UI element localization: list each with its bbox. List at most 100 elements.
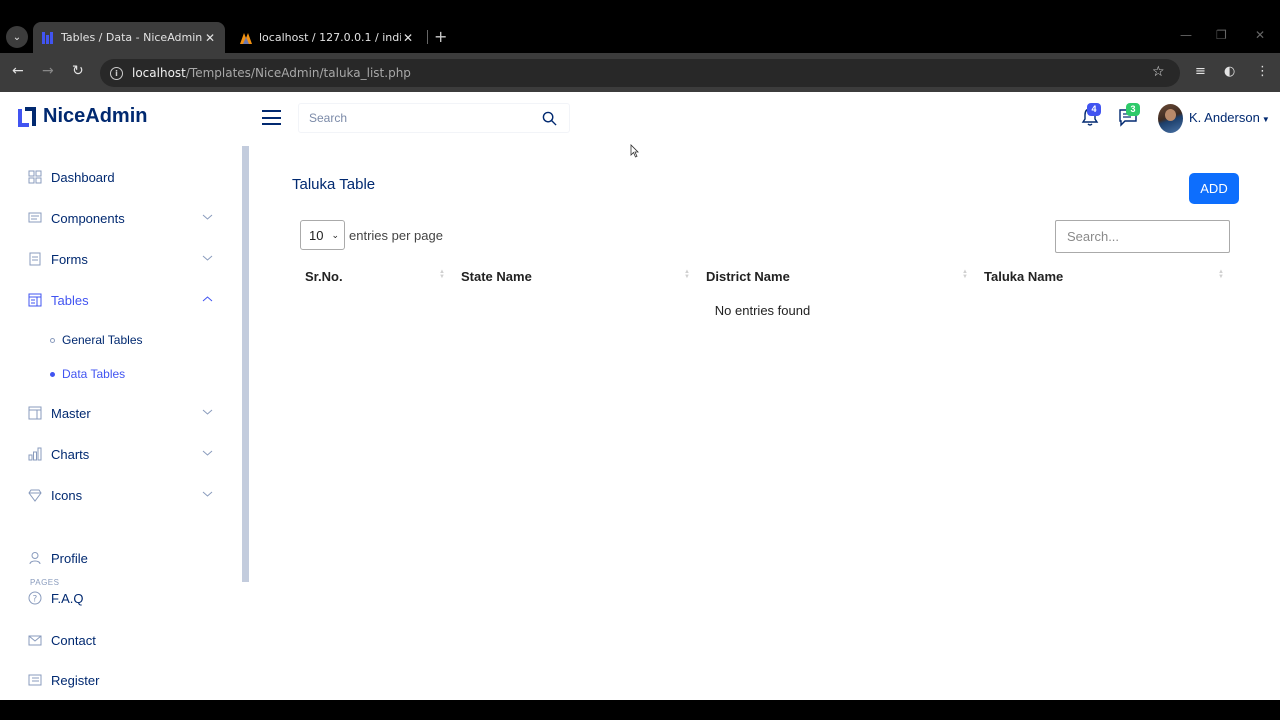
chevron-down-icon: [202, 214, 213, 220]
sidebar-item-icons[interactable]: Icons: [28, 485, 213, 505]
sidebar-item-label: Master: [51, 405, 91, 421]
close-tab-icon[interactable]: ✕: [401, 31, 415, 45]
card-list-icon: [28, 674, 42, 686]
sidebar-subitem-label: General Tables: [62, 333, 143, 347]
sidebar-item-register[interactable]: Register: [28, 670, 213, 690]
sidebar-subitem-label: Data Tables: [62, 367, 126, 381]
sidebar-item-label: Profile: [51, 550, 88, 566]
menu-button-icon: [28, 212, 42, 223]
browser-menu-icon[interactable]: ⋮: [1256, 64, 1269, 79]
circle-icon: [50, 337, 55, 343]
user-menu[interactable]: K. Anderson ▼: [1189, 110, 1270, 125]
brand-name: NiceAdmin: [43, 105, 148, 127]
new-tab-icon[interactable]: +: [434, 27, 447, 46]
chevron-down-icon: [202, 491, 213, 497]
sidebar-item-label: Register: [51, 672, 100, 688]
sort-icon: ▲ ▼: [1218, 269, 1224, 280]
sort-icon: ▲ ▼: [962, 269, 968, 280]
column-header[interactable]: Taluka Name ▲ ▼: [974, 258, 1230, 294]
sidebar-item-contact[interactable]: Contact: [28, 630, 213, 650]
layout-text-window-icon: [28, 406, 42, 420]
table-search-input[interactable]: [1055, 220, 1230, 253]
gem-icon: [28, 489, 42, 502]
tab-title: localhost / 127.0.0.1 / india / ta: [259, 31, 401, 44]
column-header[interactable]: State Name ▲ ▼: [451, 258, 696, 294]
envelope-icon: [28, 635, 42, 646]
sidebar-subitem-general-tables[interactable]: General Tables: [50, 332, 143, 348]
sidebar-scrollbar[interactable]: [242, 146, 249, 582]
sidebar-item-faq[interactable]: ? F.A.Q: [28, 588, 213, 608]
svg-text:?: ?: [33, 595, 38, 605]
sidebar-item-tables[interactable]: Tables: [28, 290, 213, 310]
reload-icon[interactable]: ↻: [72, 63, 84, 79]
taluka-table: Sr.No. ▲ ▼ State Name ▲ ▼ District Name ▲ ▼ Ta…: [295, 258, 1230, 326]
sidebar-subitem-data-tables[interactable]: Data Tables: [50, 366, 125, 382]
column-header[interactable]: Sr.No. ▲ ▼: [295, 258, 451, 294]
caret-down-icon: ▼: [1261, 115, 1270, 124]
journal-text-icon: [29, 252, 41, 266]
column-header[interactable]: District Name ▲ ▼: [696, 258, 974, 294]
chevron-down-icon: [202, 255, 213, 261]
browser-tab-active[interactable]: Tables / Data - NiceAdmin Boot ✕: [33, 22, 225, 53]
site-info-icon[interactable]: i: [110, 66, 123, 80]
search-icon[interactable]: [542, 111, 557, 126]
screen-bottom-bar: [0, 700, 1280, 720]
brand-logo[interactable]: NiceAdmin: [16, 105, 147, 128]
mouse-cursor-icon: [630, 144, 639, 158]
chevron-down-icon: [202, 409, 213, 415]
avatar[interactable]: [1158, 104, 1183, 133]
sidebar-item-label: Icons: [51, 487, 83, 503]
restore-icon[interactable]: ❐: [1216, 28, 1227, 42]
grid-icon: [28, 170, 42, 184]
sidebar-item-label: Contact: [51, 632, 96, 648]
sidebar-item-dashboard[interactable]: Dashboard: [28, 167, 213, 187]
sidebar-item-label: Components: [51, 210, 125, 226]
address-bar[interactable]: i localhost/Templates/NiceAdmin/taluka_l…: [100, 59, 1180, 87]
bookmark-star-icon[interactable]: ☆: [1152, 64, 1165, 80]
profile-extension-icon[interactable]: ◐: [1224, 64, 1235, 79]
logo-mark-icon: [18, 106, 36, 127]
question-circle-icon: ?: [28, 591, 42, 605]
forward-icon[interactable]: →: [42, 63, 54, 79]
tab-search-button[interactable]: ⌄: [6, 26, 28, 48]
header-search-input[interactable]: [309, 111, 534, 125]
sidebar-heading-pages: PAGES: [30, 578, 60, 587]
bar-chart-icon: [28, 447, 42, 461]
close-tab-icon[interactable]: ✕: [203, 31, 217, 45]
page-title: Taluka Table: [292, 176, 376, 193]
sidebar-item-master[interactable]: Master: [28, 403, 213, 423]
chevron-up-icon: [202, 296, 213, 302]
sort-icon: ▲ ▼: [684, 269, 690, 280]
person-icon: [29, 552, 41, 565]
window-close-icon[interactable]: ✕: [1255, 28, 1265, 42]
page: NiceAdmin 4 3 K. Anderson▼ Dashboard Com…: [0, 92, 1280, 700]
per-page-value: 10: [309, 227, 324, 243]
sidebar-item-profile[interactable]: Profile: [28, 548, 213, 568]
back-icon[interactable]: ←: [12, 63, 24, 79]
header-search: [298, 103, 570, 133]
add-button[interactable]: ADD: [1189, 173, 1239, 204]
user-name: K. Anderson: [1189, 110, 1260, 125]
browser-tab-bar: ⌄ Tables / Data - NiceAdmin Boot ✕ local…: [0, 0, 1280, 53]
sidebar-item-label: Dashboard: [51, 169, 115, 185]
browser-tab[interactable]: localhost / 127.0.0.1 / india / ta ✕: [231, 22, 423, 53]
tab-title: Tables / Data - NiceAdmin Boot: [61, 31, 203, 44]
chevron-down-icon: [202, 450, 213, 456]
sidebar-item-components[interactable]: Components: [28, 208, 213, 228]
entries-per-page: 10 ⌄ entries per page: [300, 220, 443, 250]
url-host: localhost: [132, 66, 186, 80]
sidebar-item-forms[interactable]: Forms: [28, 249, 213, 269]
sidebar: Dashboard Components Forms Tables Genera…: [0, 146, 249, 700]
sidebar-item-label: Tables: [51, 292, 89, 308]
per-page-label: entries per page: [349, 227, 443, 243]
per-page-select[interactable]: 10 ⌄: [300, 220, 345, 250]
layout-text-window-icon: [28, 293, 42, 307]
toggle-sidebar-icon[interactable]: [262, 110, 281, 125]
table-header-row: Sr.No. ▲ ▼ State Name ▲ ▼ District Name ▲ ▼ Ta…: [295, 258, 1230, 294]
sidebar-item-charts[interactable]: Charts: [28, 444, 213, 464]
notifications-badge: 4: [1087, 103, 1101, 116]
minimize-icon[interactable]: —: [1180, 28, 1192, 42]
url-path: /Templates/NiceAdmin/taluka_list.php: [185, 66, 411, 80]
empty-table-message: No entries found: [714, 302, 811, 318]
media-controls-icon[interactable]: ≡: [1195, 64, 1206, 79]
